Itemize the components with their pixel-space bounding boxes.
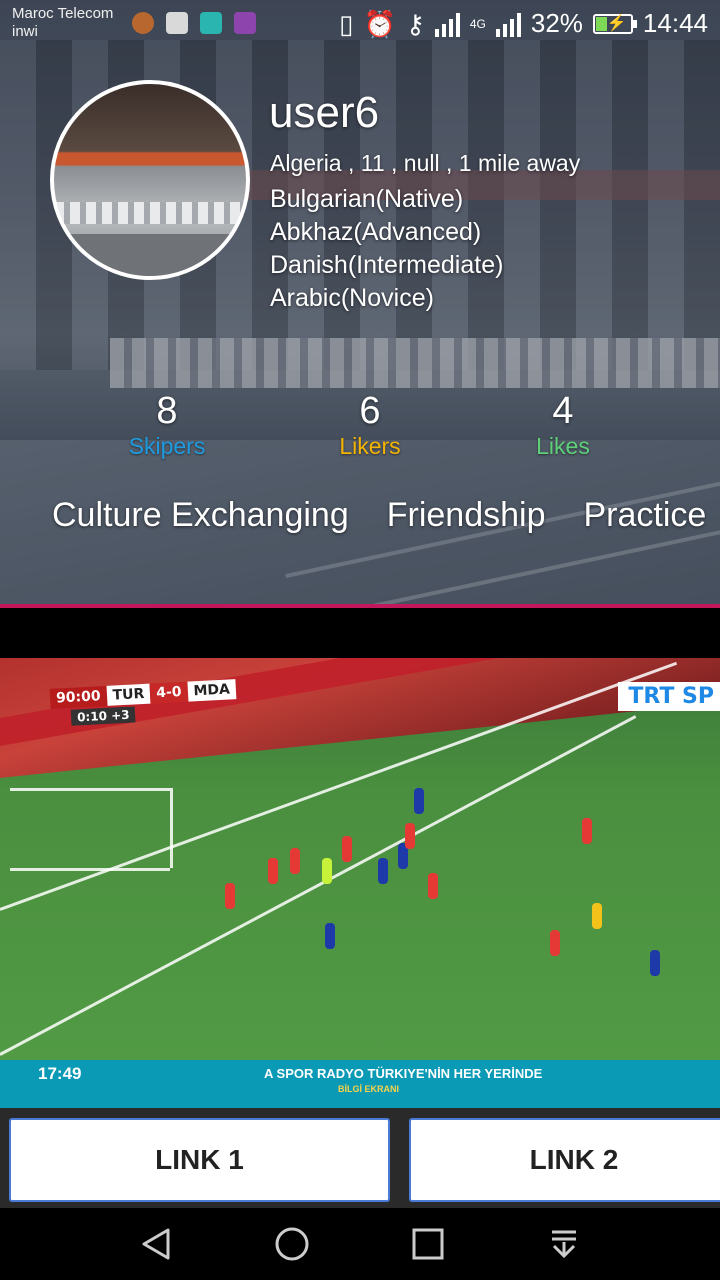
language-item: Arabic(Novice) <box>270 284 434 312</box>
match-time: 90:00 <box>49 685 108 709</box>
stat-label: Likes <box>536 433 590 459</box>
languages-list: Bulgarian(Native) Abkhaz(Advanced) Danis… <box>270 183 503 315</box>
stat-label: Likers <box>339 433 401 459</box>
navigation-bar <box>0 1208 720 1280</box>
player <box>414 788 424 814</box>
gallery-icon <box>234 12 256 34</box>
avatar[interactable] <box>50 80 250 280</box>
goal-line <box>10 788 170 791</box>
notification-icons <box>132 12 256 34</box>
added-time: 0:10 +3 <box>70 706 136 726</box>
news-ticker: 17:49 A SPOR RADYO TÜRKIYE'NİN HER YERİN… <box>0 1060 720 1108</box>
app-notification-icon <box>132 12 154 34</box>
ticker-message: A SPOR RADYO TÜRKIYE'NİN HER YERİNDE <box>264 1066 543 1081</box>
player <box>322 858 332 884</box>
stat-value: 6 <box>359 390 381 432</box>
player <box>268 858 278 884</box>
alarm-icon: ⏰ <box>363 8 396 39</box>
wifi-signal-icon <box>434 11 460 37</box>
stat-value: 8 <box>156 390 178 432</box>
stat-skipers[interactable]: 8 Skipers <box>97 390 237 460</box>
avatar-photo-detail <box>54 234 246 276</box>
link-button-row: LINK 1 LINK 2 <box>0 1108 720 1208</box>
player <box>405 823 415 849</box>
vibrate-icon: ▯ <box>339 8 354 39</box>
goal-line <box>10 868 170 871</box>
ticker-clock: 17:49 <box>38 1064 82 1083</box>
back-icon[interactable] <box>138 1226 174 1262</box>
key-icon: ⚷ <box>405 8 425 39</box>
home-icon[interactable] <box>274 1226 310 1262</box>
video-player[interactable]: 90:00 TUR 4-0 MDA 0:10 +3 TRT SP 17:49 A… <box>0 658 720 1108</box>
screenshot-icon <box>166 12 188 34</box>
goal-post <box>170 788 173 868</box>
network-type: 4G <box>469 16 486 31</box>
language-item: Danish(Intermediate) <box>270 251 504 279</box>
recents-icon[interactable] <box>410 1226 446 1262</box>
channel-logo: TRT SP <box>618 682 720 711</box>
status-bar: Maroc Telecom inwi ▯ ⏰ ⚷ 4G 32% ⚡ 14:44 <box>0 0 720 48</box>
player <box>428 873 438 899</box>
stat-likers[interactable]: 6 Likers <box>300 390 440 460</box>
carrier-info: Maroc Telecom inwi <box>12 5 113 41</box>
link-1-button[interactable]: LINK 1 <box>9 1118 390 1202</box>
android-icon <box>200 12 222 34</box>
cell-signal-icon <box>495 11 521 37</box>
ticker-subtitle: BİLGİ EKRANI <box>338 1084 400 1094</box>
profile-header: user6 Algeria , 11 , null , 1 mile away … <box>0 0 720 608</box>
interest-item: Friendship <box>386 496 546 534</box>
interest-item: Practice <box>583 496 707 534</box>
header-divider <box>0 604 720 608</box>
avatar-photo-detail <box>54 202 246 224</box>
player <box>650 950 660 976</box>
status-icons: ▯ ⏰ ⚷ 4G 32% ⚡ 14:44 <box>339 8 708 39</box>
stat-value: 4 <box>552 390 574 432</box>
player <box>225 883 235 909</box>
referee <box>592 903 602 929</box>
username: user6 <box>269 88 380 137</box>
player <box>342 836 352 862</box>
home-team: TUR <box>106 683 151 706</box>
interests-scroller[interactable]: Culture Exchanging Friendship Practice <box>52 496 706 535</box>
carrier-name: Maroc Telecom <box>12 5 114 22</box>
notification-shade-icon[interactable] <box>546 1226 582 1262</box>
interest-item: Culture Exchanging <box>52 496 349 534</box>
link-2-button[interactable]: LINK 2 <box>409 1118 720 1202</box>
away-team: MDA <box>186 679 237 702</box>
language-item: Bulgarian(Native) <box>270 185 464 213</box>
player <box>290 848 300 874</box>
player <box>582 818 592 844</box>
player <box>378 858 388 884</box>
location-line: Algeria , 11 , null , 1 mile away <box>270 150 581 176</box>
carrier-name-secondary: inwi <box>12 23 38 40</box>
battery-percent: 32% <box>530 8 583 38</box>
match-score: 4-0 <box>149 681 189 704</box>
language-item: Abkhaz(Advanced) <box>270 218 482 246</box>
player <box>550 930 560 956</box>
player <box>325 923 335 949</box>
stat-label: Skipers <box>128 433 206 459</box>
battery-icon: ⚡ <box>592 13 637 34</box>
stat-likes[interactable]: 4 Likes <box>493 390 633 460</box>
clock: 14:44 <box>642 8 708 38</box>
